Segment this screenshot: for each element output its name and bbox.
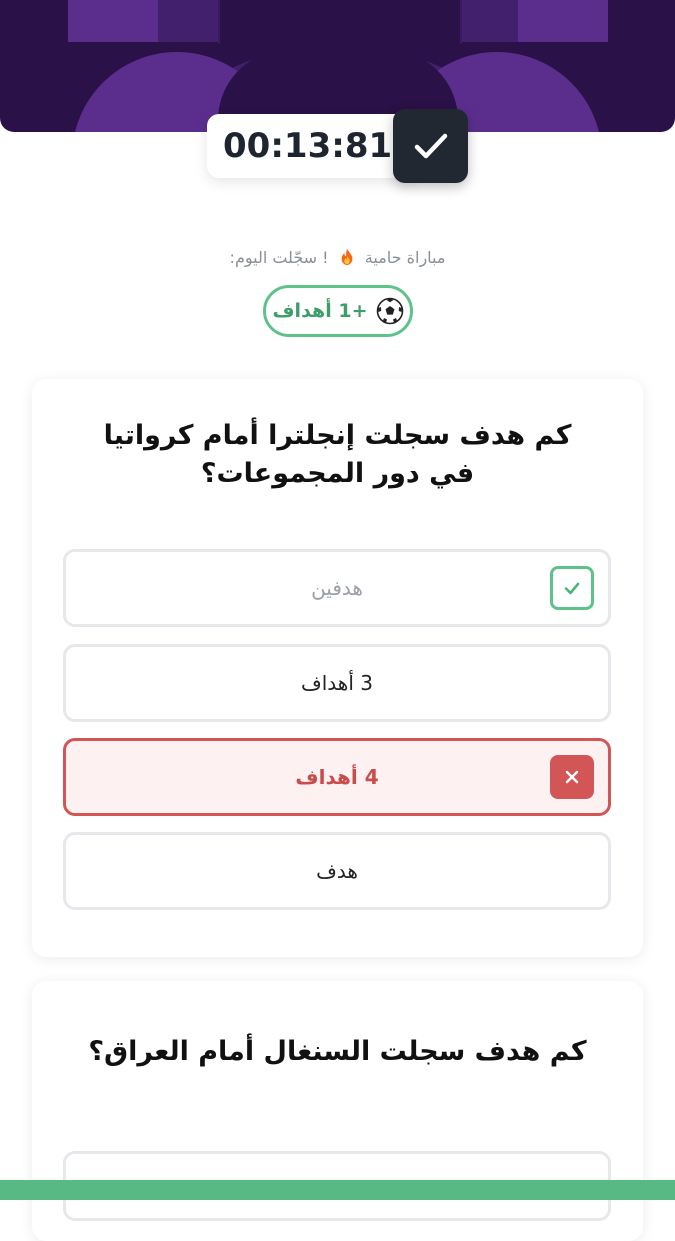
answer-option-correct[interactable]: هدفين [63, 549, 611, 627]
bottom-action-bar[interactable] [0, 1180, 675, 1200]
goals-label: +1 أهداف [272, 300, 368, 322]
answer-label: هدفين [311, 576, 363, 600]
answer-option[interactable]: 3 أهداف [63, 644, 611, 722]
timer-value: 00:13:818 [223, 126, 416, 166]
header-banner [0, 0, 675, 132]
answer-option-wrong[interactable]: 4 أهداف [63, 738, 611, 816]
streak-message: مباراة حامية ! سجّلت اليوم: [0, 248, 675, 267]
answer-option[interactable]: هدف [63, 832, 611, 910]
wrong-badge [550, 755, 594, 799]
banner-shape [518, 0, 608, 42]
correct-badge [550, 566, 594, 610]
banner-shape [218, 0, 462, 44]
check-icon [564, 582, 580, 595]
streak-text-before: مباراة حامية [364, 248, 446, 267]
fire-icon [341, 248, 353, 266]
answer-label: 4 أهداف [295, 765, 379, 789]
question-card: كم هدف سجلت السنغال أمام العراق؟ [32, 981, 643, 1241]
soccer-ball-icon [376, 297, 403, 325]
timer-display: 00:13:818 [207, 114, 417, 178]
question-title: كم هدف سجلت السنغال أمام العراق؟ [88, 1036, 587, 1067]
check-icon [414, 133, 447, 159]
timer-check-button[interactable] [393, 109, 468, 183]
banner-shape [458, 0, 518, 42]
question-card: كم هدف سجلت إنجلترا أمام كرواتيا في دور … [32, 379, 643, 957]
answer-label: 3 أهداف [301, 671, 373, 695]
streak-text-after: ! سجّلت اليوم: [229, 248, 329, 267]
close-icon [565, 770, 579, 784]
goals-scored-badge: +1 أهداف [263, 285, 413, 337]
banner-shape [158, 0, 218, 42]
banner-shape [68, 0, 158, 42]
answer-label: هدف [316, 859, 358, 883]
question-title: كم هدف سجلت إنجلترا أمام كرواتيا في دور … [103, 420, 572, 489]
